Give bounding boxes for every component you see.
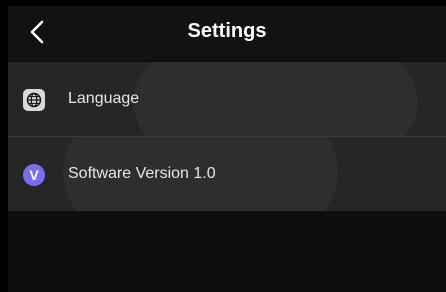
settings-screen: Settings Language V Software Version 1.0 xyxy=(8,6,446,292)
version-v-icon: V xyxy=(23,164,45,186)
settings-item-software-version[interactable]: V Software Version 1.0 xyxy=(8,136,446,211)
settings-item-language[interactable]: Language xyxy=(8,62,446,136)
settings-list: Language V Software Version 1.0 xyxy=(8,62,446,211)
globe-icon xyxy=(23,89,45,111)
page-title: Settings xyxy=(187,20,267,42)
settings-item-label: Language xyxy=(68,90,140,107)
header-bar: Settings xyxy=(8,6,446,60)
settings-item-label: Software Version 1.0 xyxy=(68,165,216,182)
